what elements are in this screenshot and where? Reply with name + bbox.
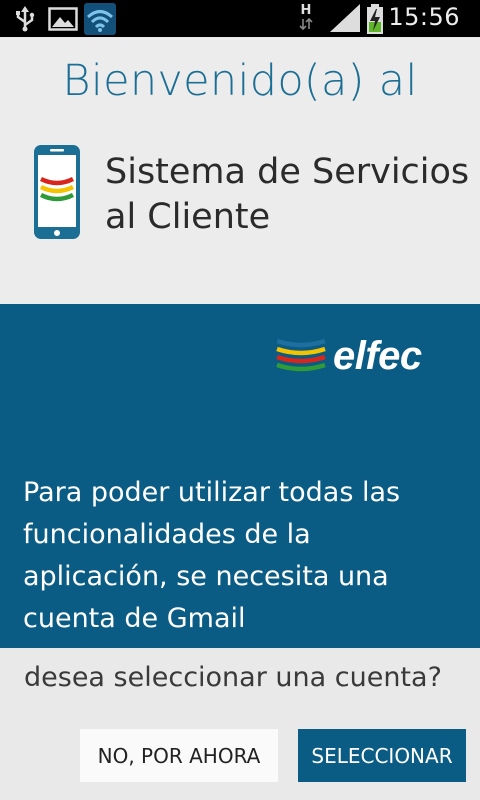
account-question: desea seleccionar una cuenta? bbox=[24, 662, 442, 693]
phone-app-icon bbox=[32, 143, 82, 245]
clock: 15:56 bbox=[388, 3, 460, 31]
elfec-logo: elfec bbox=[275, 334, 422, 379]
welcome-section: Bienvenido(a) al Sistema de Servicios al… bbox=[0, 38, 480, 304]
app-name: Sistema de Servicios al Cliente bbox=[105, 150, 469, 240]
welcome-title: Bienvenido(a) al bbox=[62, 56, 418, 106]
network-type-label: H bbox=[300, 3, 312, 18]
wifi-icon bbox=[84, 3, 116, 35]
app-name-line2: al Cliente bbox=[105, 197, 271, 237]
info-panel: elfec Para poder utilizar todas las func… bbox=[0, 304, 480, 648]
elfec-stripes-icon bbox=[275, 335, 327, 379]
usb-icon bbox=[14, 6, 36, 32]
not-now-button[interactable]: NO, POR AHORA bbox=[80, 729, 278, 782]
select-account-button[interactable]: SELECCIONAR bbox=[298, 729, 466, 782]
signal-icon bbox=[330, 4, 360, 32]
network-h-icon: H bbox=[298, 4, 314, 30]
battery-charging-icon bbox=[366, 3, 384, 35]
gmail-required-message: Para poder utilizar todas las funcionali… bbox=[23, 477, 401, 634]
app-name-line1: Sistema de Servicios bbox=[105, 152, 470, 192]
image-notification-icon bbox=[48, 6, 78, 32]
elfec-logo-text: elfec bbox=[333, 334, 422, 378]
status-bar: H 15:56 bbox=[0, 0, 480, 37]
